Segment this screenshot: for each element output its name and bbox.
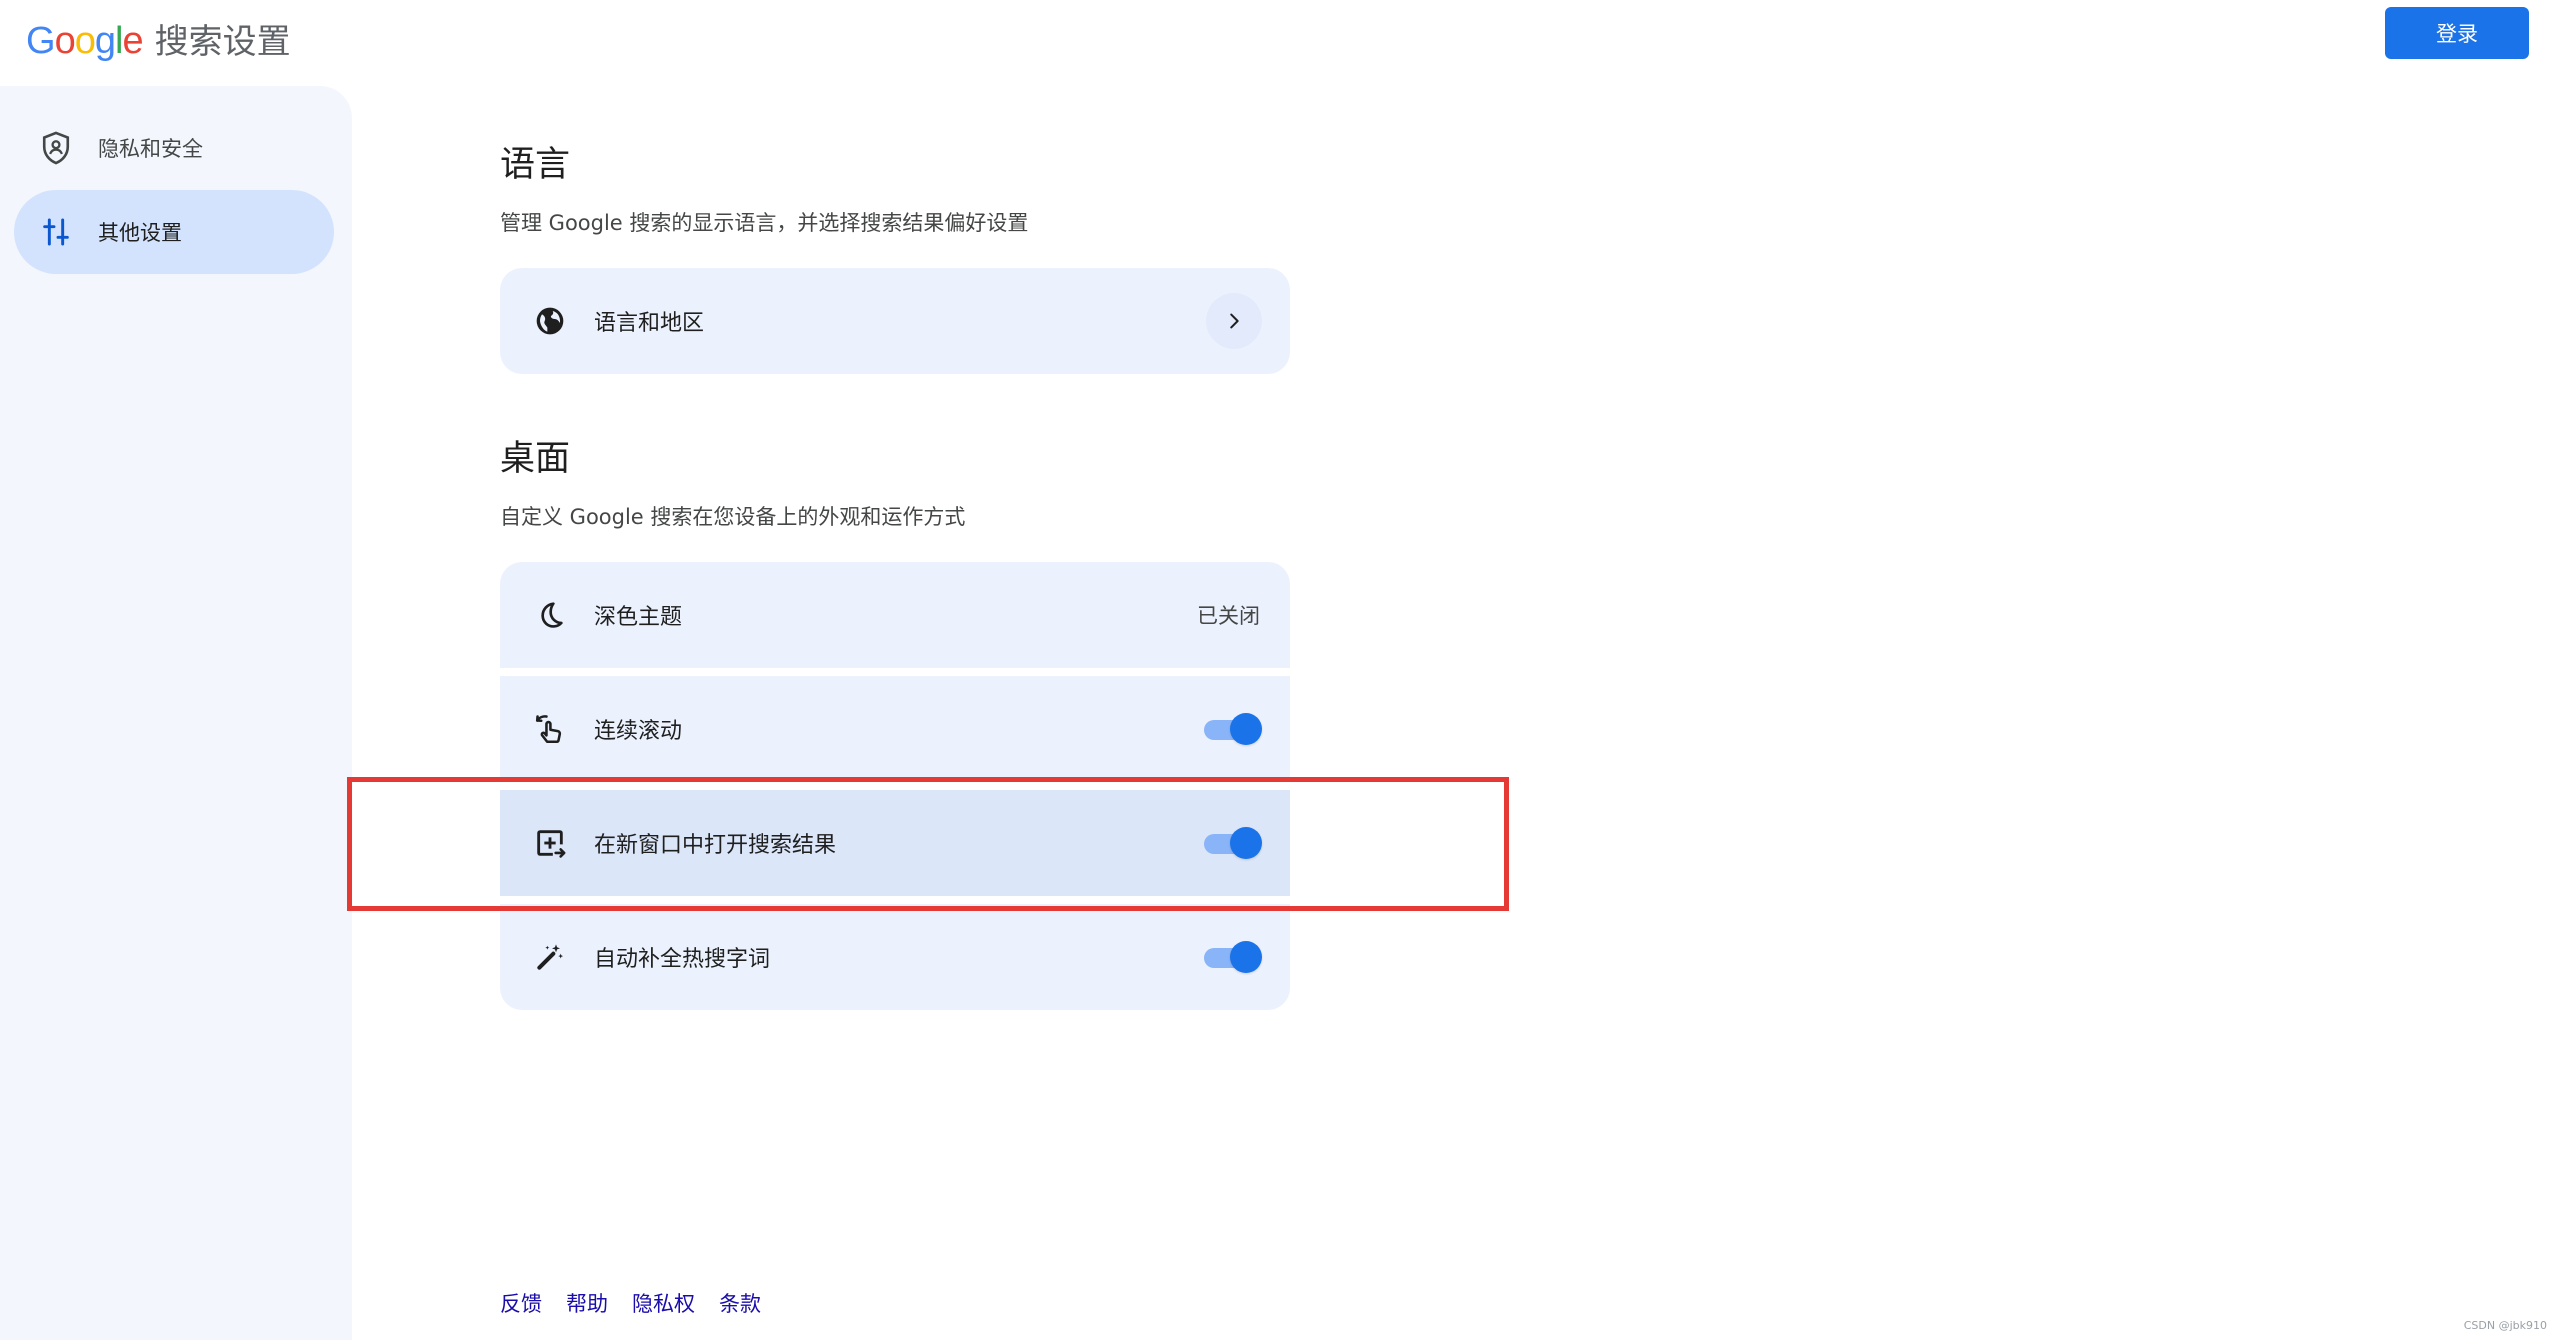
logo-letter: e — [122, 20, 143, 62]
chevron-right-icon — [1230, 313, 1239, 329]
chevron-right-button[interactable] — [1206, 293, 1262, 349]
autocomplete-trending-row[interactable]: 自动补全热搜字词 — [500, 904, 1290, 1010]
logo-letter: G — [26, 20, 56, 62]
row-label: 语言和地区 — [594, 311, 705, 336]
scroll-gesture-icon — [530, 709, 570, 749]
settings-page: Google 搜索设置 登录 隐私和安全 其他设置 语言 管理 Google 搜… — [0, 0, 2557, 1340]
sidebar-item-privacy-security[interactable]: 隐私和安全 — [14, 106, 334, 190]
row-label: 在新窗口中打开搜索结果 — [594, 833, 837, 858]
footer-link-feedback[interactable]: 反馈 — [500, 1288, 542, 1318]
dark-theme-row[interactable]: 深色主题 已关闭 — [500, 562, 1290, 668]
toggle-thumb — [1230, 713, 1262, 745]
globe-icon — [530, 301, 570, 341]
shield-icon — [38, 130, 74, 166]
toggle-thumb — [1230, 941, 1262, 973]
google-wordmark: Google — [26, 20, 144, 63]
footer-link-privacy[interactable]: 隐私权 — [632, 1288, 695, 1318]
section-description-language: 管理 Google 搜索的显示语言，并选择搜索结果偏好设置 — [500, 211, 1029, 235]
sidebar-item-label: 其他设置 — [98, 221, 182, 245]
row-label: 自动补全热搜字词 — [594, 947, 771, 972]
footer-link-help[interactable]: 帮助 — [566, 1288, 608, 1318]
page-title: 搜索设置 — [154, 23, 291, 61]
footer-link-terms[interactable]: 条款 — [719, 1288, 761, 1318]
sidebar: 隐私和安全 其他设置 — [0, 86, 352, 1340]
section-description-desktop: 自定义 Google 搜索在您设备上的外观和运作方式 — [500, 505, 966, 529]
sidebar-item-other-settings[interactable]: 其他设置 — [14, 190, 334, 274]
magic-wand-icon — [530, 937, 570, 977]
footer-links: 反馈 帮助 隐私权 条款 — [500, 1288, 761, 1318]
language-region-row[interactable]: 语言和地区 — [500, 268, 1290, 374]
sidebar-item-label: 隐私和安全 — [98, 137, 203, 161]
section-title-desktop: 桌面 — [500, 439, 571, 479]
section-title-language: 语言 — [500, 145, 571, 185]
new-window-icon — [530, 823, 570, 863]
open-in-new-window-toggle[interactable] — [1204, 825, 1262, 861]
logo-letter: g — [94, 20, 116, 62]
autocomplete-trending-toggle[interactable] — [1204, 939, 1262, 975]
sliders-icon — [38, 214, 74, 250]
continuous-scroll-row[interactable]: 连续滚动 — [500, 676, 1290, 782]
logo-letter: o — [74, 20, 96, 62]
dark-theme-status: 已关闭 — [1197, 604, 1260, 628]
login-button[interactable]: 登录 — [2385, 7, 2529, 59]
logo-letter: o — [54, 20, 76, 62]
google-logo[interactable]: Google 搜索设置 — [26, 14, 291, 63]
toggle-thumb — [1230, 827, 1262, 859]
continuous-scroll-toggle[interactable] — [1204, 711, 1262, 747]
row-label: 连续滚动 — [594, 719, 683, 744]
open-in-new-window-row[interactable]: 在新窗口中打开搜索结果 — [500, 790, 1290, 896]
row-label: 深色主题 — [594, 605, 683, 630]
moon-icon — [530, 595, 570, 635]
header: Google 搜索设置 登录 — [0, 0, 2557, 80]
logo-letter: l — [114, 20, 124, 62]
watermark: CSDN @jbk910 — [2463, 1319, 2547, 1332]
